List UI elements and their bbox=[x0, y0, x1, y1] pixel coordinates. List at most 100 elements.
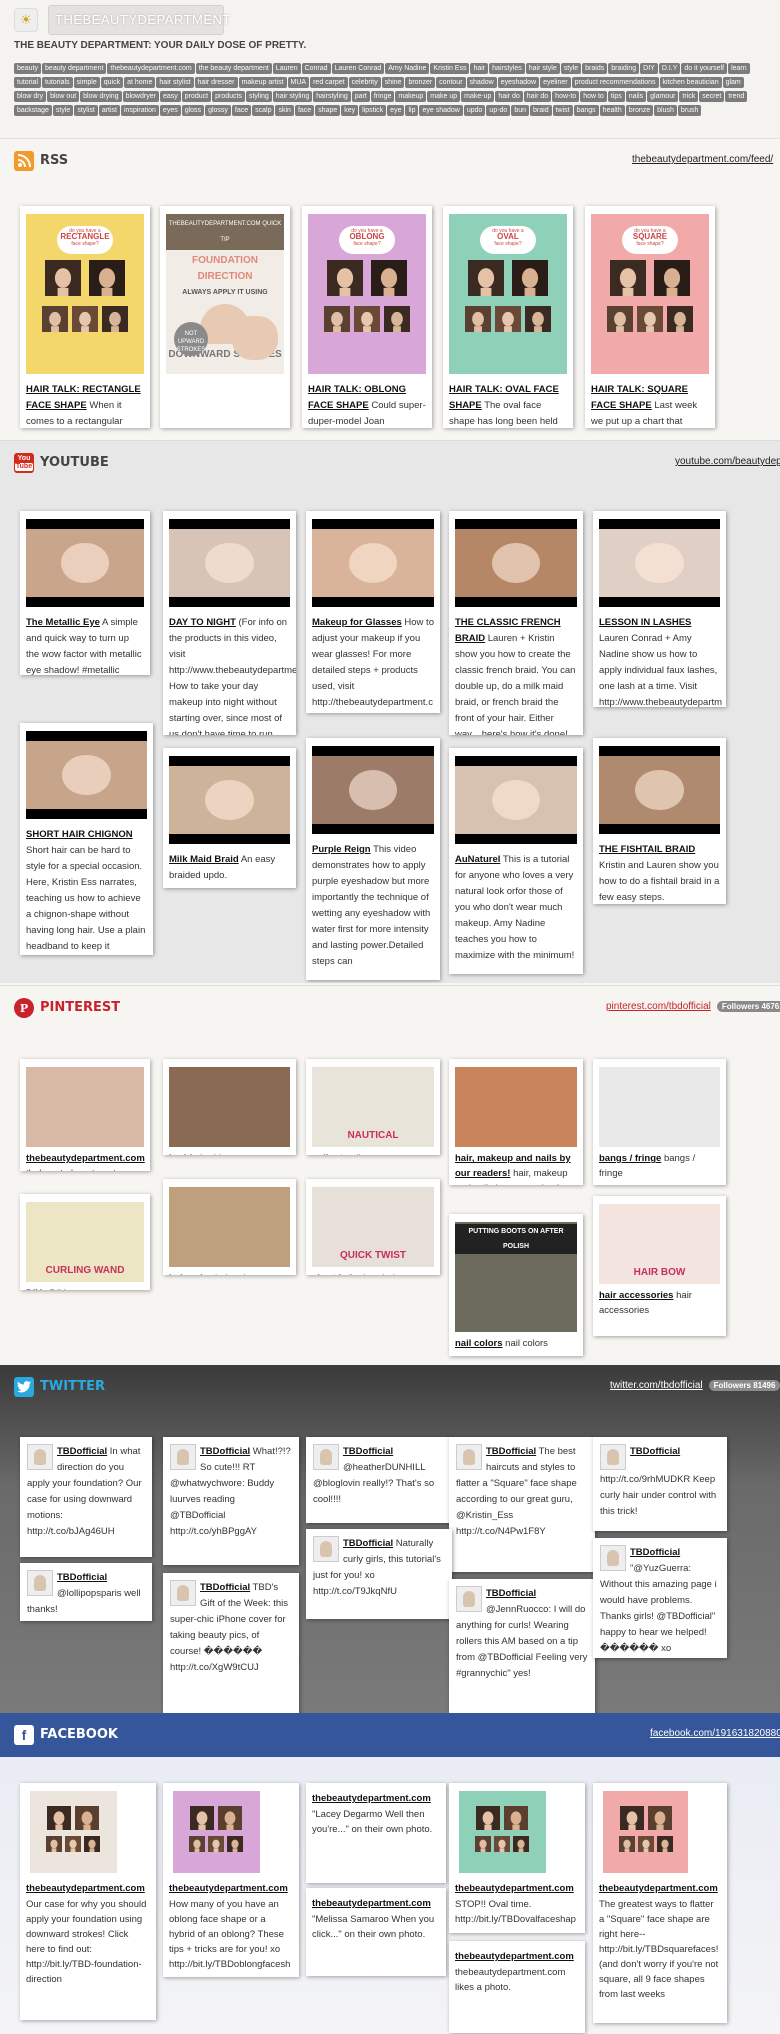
board-title[interactable]: bangs / fringe bbox=[599, 1153, 661, 1164]
video-thumbnail[interactable] bbox=[169, 519, 290, 607]
board-title[interactable]: DIYs bbox=[26, 1288, 47, 1290]
tag-link[interactable]: MUA bbox=[287, 77, 310, 88]
tag-link[interactable]: hairstyling bbox=[313, 91, 351, 102]
avatar[interactable] bbox=[313, 1536, 339, 1562]
tag-link[interactable]: stylist bbox=[74, 105, 98, 116]
tag-link[interactable]: bangs bbox=[573, 105, 599, 116]
tag-link[interactable]: tutorials bbox=[42, 77, 73, 88]
board-cover-image[interactable] bbox=[455, 1067, 577, 1147]
tag-link[interactable]: product recommendations bbox=[571, 77, 659, 88]
tweet-card[interactable]: TBDofficial TBD's Gift of the Week: this… bbox=[163, 1573, 299, 1713]
tag-link[interactable]: twist bbox=[552, 105, 573, 116]
tweet-card[interactable]: TBDofficial @heatherDUNHILL @bloglovin r… bbox=[306, 1437, 452, 1523]
tag-link[interactable]: DIY bbox=[640, 63, 658, 74]
tag-link[interactable]: learn bbox=[728, 63, 750, 74]
tweet-author[interactable]: TBDofficial bbox=[486, 1588, 536, 1599]
facebook-post-card[interactable]: thebeautydepartment.com The greatest ways… bbox=[593, 1783, 727, 2023]
tag-link[interactable]: how-to bbox=[552, 91, 580, 102]
facebook-post-source[interactable]: thebeautydepartment.com bbox=[455, 1881, 579, 1896]
pinterest-board-card[interactable]: braids braids bbox=[163, 1059, 296, 1155]
tag-link[interactable]: beauty bbox=[14, 63, 42, 74]
tweet-card[interactable]: TBDofficial Naturally curly girls, this … bbox=[306, 1529, 452, 1619]
video-thumbnail[interactable] bbox=[455, 519, 577, 607]
tag-link[interactable]: quick bbox=[100, 77, 124, 88]
board-cover-image[interactable]: CURLING WAND bbox=[26, 1202, 144, 1282]
video-thumbnail[interactable] bbox=[26, 731, 147, 819]
tag-link[interactable]: eyeliner bbox=[540, 77, 571, 88]
tag-link[interactable]: nails bbox=[625, 91, 647, 102]
tag-link[interactable]: beauty department bbox=[42, 63, 107, 74]
board-cover-image[interactable] bbox=[169, 1067, 290, 1147]
board-title[interactable]: thebeautydepartment.com bbox=[26, 1153, 145, 1164]
tag-link[interactable]: key bbox=[341, 105, 359, 116]
youtube-video-card[interactable]: Milk Maid Braid An easy braided updo. bbox=[163, 748, 296, 888]
tag-link[interactable]: eye shadow bbox=[419, 105, 463, 116]
pinterest-board-card[interactable]: hair color hair color bbox=[163, 1179, 296, 1275]
tag-link[interactable]: hair styling bbox=[272, 91, 313, 102]
rss-link[interactable]: thebeautydepartment.com/feed/ bbox=[632, 154, 773, 165]
facebook-post-card[interactable]: thebeautydepartment.com thebeautydepartme… bbox=[449, 1941, 585, 2033]
video-thumbnail[interactable] bbox=[312, 746, 434, 834]
tag-link[interactable]: easy bbox=[159, 91, 181, 102]
youtube-video-card[interactable]: THE FISHTAIL BRAID Kristin and Lauren sh… bbox=[593, 738, 726, 904]
tag-link[interactable]: makeup artist bbox=[238, 77, 287, 88]
avatar[interactable] bbox=[313, 1444, 339, 1470]
tag-link[interactable]: backstage bbox=[14, 105, 52, 116]
youtube-video-card[interactable]: AuNaturel This is a tutorial for anyone … bbox=[449, 748, 583, 974]
tag-link[interactable]: blow drying bbox=[80, 91, 122, 102]
video-thumbnail[interactable] bbox=[26, 519, 144, 607]
board-cover-image[interactable] bbox=[26, 1067, 144, 1147]
facebook-post-image[interactable] bbox=[30, 1791, 117, 1873]
board-cover-image[interactable] bbox=[169, 1187, 290, 1267]
video-title[interactable]: Makeup for Glasses bbox=[312, 617, 402, 628]
youtube-video-card[interactable]: Purple Reign This video demonstrates how… bbox=[306, 738, 440, 980]
tag-link[interactable]: Kristin Ess bbox=[430, 63, 470, 74]
tag-link[interactable]: up-do bbox=[486, 105, 511, 116]
facebook-post-image[interactable] bbox=[173, 1791, 260, 1873]
tag-link[interactable]: contour bbox=[436, 77, 466, 88]
video-thumbnail[interactable] bbox=[312, 519, 434, 607]
pinterest-board-card[interactable]: thebeautydepartment.com thebeautydepartm… bbox=[20, 1059, 150, 1171]
twitter-link[interactable]: twitter.com/tbdofficial bbox=[610, 1380, 703, 1391]
pinterest-link[interactable]: pinterest.com/tbdofficial bbox=[606, 1001, 711, 1012]
tag-link[interactable]: makeup bbox=[395, 91, 427, 102]
avatar[interactable] bbox=[600, 1444, 626, 1470]
tag-link[interactable]: glossy bbox=[205, 105, 231, 116]
tag-link[interactable]: make-up bbox=[461, 91, 495, 102]
tweet-card[interactable]: TBDofficial In what direction do you app… bbox=[20, 1437, 152, 1557]
tweet-author[interactable]: TBDofficial bbox=[57, 1446, 107, 1457]
tag-link[interactable]: styling bbox=[245, 91, 272, 102]
tag-link[interactable]: braiding bbox=[608, 63, 640, 74]
facebook-post-image[interactable] bbox=[459, 1791, 546, 1873]
tag-link[interactable]: products bbox=[212, 91, 245, 102]
youtube-video-card[interactable]: LESSON IN LASHES Lauren Conrad + Amy Nad… bbox=[593, 511, 726, 707]
rss-post-image[interactable]: do you have a SQUARE face shape? bbox=[591, 214, 709, 374]
avatar[interactable] bbox=[27, 1444, 53, 1470]
youtube-video-card[interactable]: DAY TO NIGHT (For info on the products i… bbox=[163, 511, 296, 735]
rss-post-card[interactable]: do you have a RECTANGLE face shape? HAIR T… bbox=[20, 206, 150, 428]
tag-link[interactable]: hair do bbox=[523, 91, 552, 102]
youtube-video-card[interactable]: SHORT HAIR CHIGNON Short hair can be har… bbox=[20, 723, 153, 955]
tag-link[interactable]: updo bbox=[463, 105, 486, 116]
pinterest-board-card[interactable]: HAIR BOW hair accessories hair accessorie… bbox=[593, 1196, 726, 1336]
video-title[interactable]: THE FISHTAIL BRAID bbox=[599, 844, 695, 855]
tag-link[interactable]: Amy Nadine bbox=[385, 63, 430, 74]
youtube-video-card[interactable]: The Metallic Eye A simple and quick way … bbox=[20, 511, 150, 675]
tag-link[interactable]: D.I.Y bbox=[658, 63, 681, 74]
board-title[interactable]: nail colors bbox=[455, 1338, 503, 1349]
pinterest-board-card[interactable]: PUTTING BOOTS ON AFTER POLISH nail colors… bbox=[449, 1214, 583, 1356]
tag-link[interactable]: make up bbox=[427, 91, 461, 102]
facebook-post-image[interactable] bbox=[603, 1791, 689, 1873]
tag-link[interactable]: blush bbox=[654, 105, 677, 116]
tweet-card[interactable]: TBDofficial @JennRuocco: I will do anyth… bbox=[449, 1579, 595, 1713]
tag-link[interactable]: do it yourself bbox=[681, 63, 728, 74]
tag-link[interactable]: product bbox=[181, 91, 212, 102]
board-title[interactable]: nail art bbox=[312, 1153, 343, 1155]
tag-link[interactable]: style bbox=[560, 63, 582, 74]
logo[interactable]: ☀ THEBEAUTYDEPARTMENT bbox=[14, 5, 230, 35]
tag-link[interactable]: blowdryer bbox=[122, 91, 159, 102]
tag-link[interactable]: eye bbox=[387, 105, 405, 116]
facebook-post-source[interactable]: thebeautydepartment.com bbox=[26, 1881, 150, 1896]
youtube-video-card[interactable]: THE CLASSIC FRENCH BRAID Lauren + Kristi… bbox=[449, 511, 583, 735]
tweet-card[interactable]: TBDofficial @lollipopsparis well thanks! bbox=[20, 1563, 152, 1621]
